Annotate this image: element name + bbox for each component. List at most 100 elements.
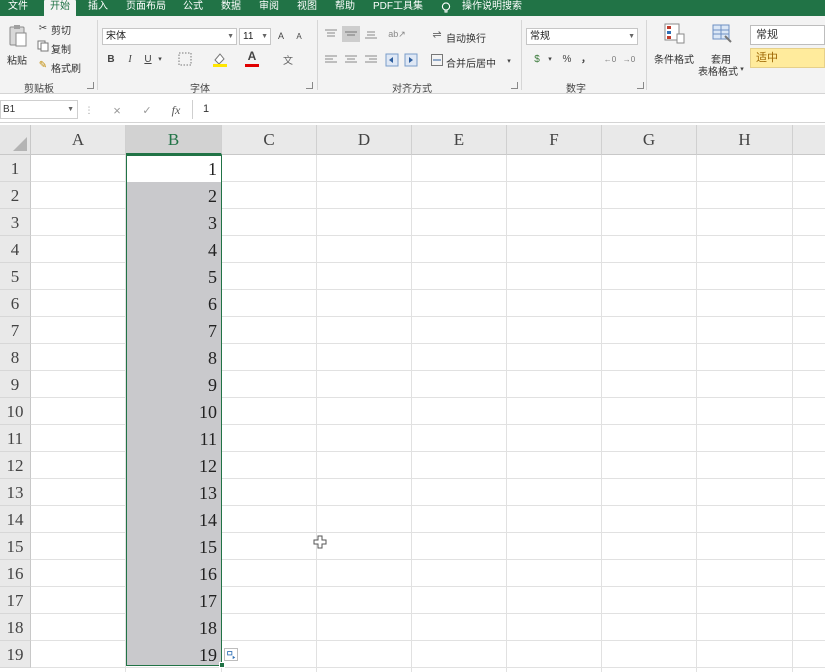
chevron-down-icon[interactable]: ▾ [738, 64, 746, 74]
column-header-d[interactable]: D [317, 125, 412, 155]
cell-b11[interactable]: 11 [127, 425, 217, 452]
cell-b8[interactable]: 8 [127, 344, 217, 371]
more-icon[interactable]: ⋮ [85, 104, 94, 116]
cut-icon[interactable]: ✂ [37, 22, 49, 34]
conditional-format-button[interactable]: 条件格式 [654, 51, 694, 66]
fill-handle[interactable] [219, 662, 225, 668]
quick-analysis-icon[interactable] [224, 648, 238, 661]
row-header-11[interactable]: 11 [0, 425, 31, 452]
column-header-c[interactable]: C [222, 125, 317, 155]
number-format-select[interactable]: 常规 ▼ [526, 28, 638, 45]
chevron-down-icon[interactable]: ▾ [505, 56, 513, 66]
row-header-10[interactable]: 10 [0, 398, 31, 425]
format-painter-icon[interactable]: ✎ [37, 59, 49, 71]
italic-button[interactable]: I [124, 52, 136, 66]
menu-help[interactable]: 帮助 [335, 0, 355, 16]
chevron-down-icon[interactable]: ▾ [156, 54, 164, 64]
row-header-2[interactable]: 2 [0, 182, 31, 209]
menu-view[interactable]: 视图 [297, 0, 317, 16]
cell-b17[interactable]: 17 [127, 587, 217, 614]
cell-b7[interactable]: 7 [127, 317, 217, 344]
lightbulb-icon[interactable] [441, 2, 451, 14]
font-size-select[interactable]: 11 ▼ [239, 28, 271, 45]
row-header-14[interactable]: 14 [0, 506, 31, 533]
fill-color-icon[interactable] [212, 51, 228, 67]
cell-b4[interactable]: 4 [127, 236, 217, 263]
font-color-icon[interactable]: A [246, 49, 258, 63]
name-box[interactable]: B1 ▼ [0, 100, 78, 119]
cell-b6[interactable]: 6 [127, 290, 217, 317]
row-header-5[interactable]: 5 [0, 263, 31, 290]
row-header-4[interactable]: 4 [0, 236, 31, 263]
cell-b13[interactable]: 13 [127, 479, 217, 506]
column-header-e[interactable]: E [412, 125, 507, 155]
copy-icon[interactable] [37, 40, 49, 52]
decrease-indent-icon[interactable] [385, 53, 399, 67]
menu-insert[interactable]: 插入 [88, 0, 108, 16]
column-header-b[interactable]: B [126, 125, 222, 155]
percent-button[interactable]: % [561, 52, 573, 66]
cell-b12[interactable]: 12 [127, 452, 217, 479]
wrap-text-button[interactable]: 自动换行 [446, 30, 486, 45]
row-header-1[interactable]: 1 [0, 155, 31, 182]
cell-b2[interactable]: 2 [127, 182, 217, 209]
tell-me-search[interactable]: 操作说明搜索 [462, 0, 522, 16]
paste-label[interactable]: 粘贴 [7, 52, 27, 67]
cut-label[interactable]: 剪切 [51, 22, 71, 37]
menu-pdf-tools[interactable]: PDF工具集 [373, 0, 423, 16]
decrease-font-icon[interactable]: A [293, 30, 305, 42]
currency-icon[interactable]: $ [530, 52, 544, 66]
row-header-9[interactable]: 9 [0, 371, 31, 398]
cell-b1[interactable]: 1 [127, 155, 217, 182]
align-left-icon[interactable] [324, 54, 338, 66]
row-header-12[interactable]: 12 [0, 452, 31, 479]
column-header-a[interactable]: A [31, 125, 126, 155]
align-right-icon[interactable] [364, 54, 378, 66]
cell-b19[interactable]: 19 [127, 641, 217, 668]
format-as-table-line2[interactable]: 表格格式 [698, 63, 738, 78]
decrease-decimal-icon[interactable]: →0 [622, 52, 636, 66]
menu-page-layout[interactable]: 页面布局 [126, 0, 166, 16]
row-header-18[interactable]: 18 [0, 614, 31, 641]
format-painter-label[interactable]: 格式刷 [51, 60, 81, 75]
increase-decimal-icon[interactable]: ←0 [603, 52, 617, 66]
cell-b14[interactable]: 14 [127, 506, 217, 533]
row-header-15[interactable]: 15 [0, 533, 31, 560]
row-header-19[interactable]: 19 [0, 641, 31, 668]
comma-button[interactable]: ， [580, 50, 592, 65]
font-launcher-icon[interactable] [306, 82, 313, 89]
bold-button[interactable]: B [105, 52, 117, 66]
cell-b5[interactable]: 5 [127, 263, 217, 290]
select-all-corner[interactable] [0, 125, 31, 155]
alignment-launcher-icon[interactable] [511, 82, 518, 89]
cancel-icon[interactable]: × [111, 103, 123, 118]
enter-icon[interactable]: ✓ [141, 103, 153, 117]
column-header-partial[interactable] [793, 125, 825, 155]
menu-file[interactable]: 文件 [8, 0, 28, 16]
phonetic-icon[interactable]: 文 [281, 52, 295, 67]
column-header-h[interactable]: H [697, 125, 793, 155]
column-header-f[interactable]: F [507, 125, 602, 155]
row-header-17[interactable]: 17 [0, 587, 31, 614]
row-header-13[interactable]: 13 [0, 479, 31, 506]
conditional-format-icon[interactable] [663, 22, 685, 44]
cell-b18[interactable]: 18 [127, 614, 217, 641]
merge-center-button[interactable]: 合并后居中 [446, 55, 496, 70]
row-header-7[interactable]: 7 [0, 317, 31, 344]
align-middle-icon[interactable] [342, 26, 360, 42]
paste-icon[interactable] [8, 24, 28, 48]
format-as-table-icon[interactable] [711, 22, 733, 44]
wrap-text-icon[interactable]: ⇌ [431, 27, 443, 41]
cell-b16[interactable]: 16 [127, 560, 217, 587]
align-bottom-icon[interactable] [364, 28, 378, 40]
cell-b9[interactable]: 9 [127, 371, 217, 398]
number-launcher-icon[interactable] [637, 82, 644, 89]
cell-b15[interactable]: 15 [127, 533, 217, 560]
row-header-8[interactable]: 8 [0, 344, 31, 371]
cell-b10[interactable]: 10 [127, 398, 217, 425]
row-header-6[interactable]: 6 [0, 290, 31, 317]
font-name-select[interactable]: 宋体 ▼ [102, 28, 237, 45]
row-header-3[interactable]: 3 [0, 209, 31, 236]
menu-formulas[interactable]: 公式 [183, 0, 203, 16]
clipboard-launcher-icon[interactable] [87, 82, 94, 89]
